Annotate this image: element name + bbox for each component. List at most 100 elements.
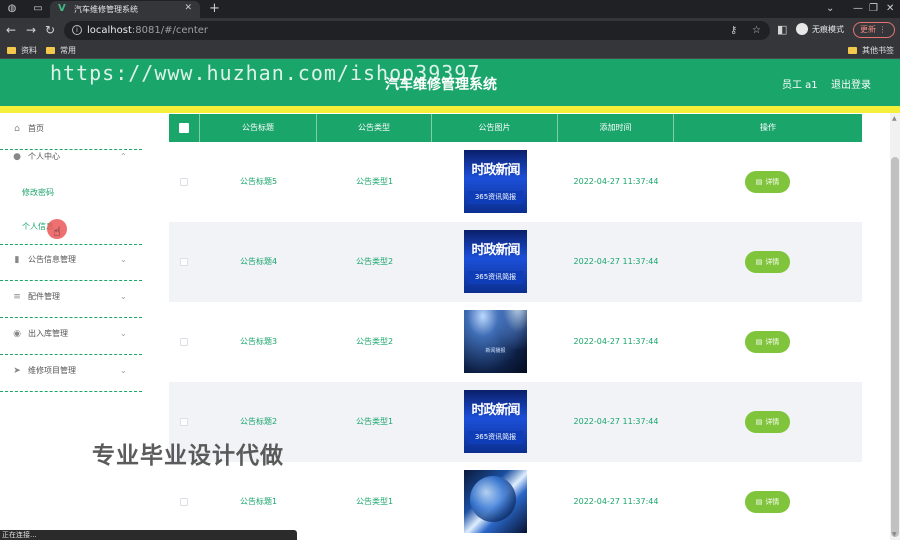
sidebar-item-label: 出入库管理 xyxy=(28,329,68,338)
row-checkbox[interactable] xyxy=(180,418,188,426)
forward-icon[interactable]: → xyxy=(26,23,36,37)
url-text: localhost:8081/#/center xyxy=(87,24,208,37)
back-icon[interactable]: ← xyxy=(6,23,16,37)
update-label: 更新 xyxy=(860,25,876,34)
sidebar-item-label: 首页 xyxy=(28,124,44,133)
main-content: 公告标题 公告类型 公告图片 添加时间 操作 公告标题5 公告类型1 时政新闻 … xyxy=(142,113,890,542)
column-header: 公告图片 xyxy=(432,114,558,142)
bookmark-label: 资料 xyxy=(21,46,37,55)
detail-button[interactable]: ▤ 详情 xyxy=(745,251,790,273)
info-icon[interactable]: i xyxy=(72,25,82,35)
detail-label: 详情 xyxy=(765,418,780,426)
close-window-icon[interactable]: ✕ xyxy=(886,2,894,15)
globe-icon[interactable]: ◍ xyxy=(6,3,18,15)
address-bar: ← → ↻ i localhost:8081/#/center ⚷ ☆ ◧ 无痕… xyxy=(0,18,900,43)
row-checkbox[interactable] xyxy=(180,258,188,266)
detail-button[interactable]: ▤ 详情 xyxy=(745,491,790,513)
tab-title: 汽车维修管理系统 xyxy=(74,5,138,14)
cell-time: 2022-04-27 11:37:44 xyxy=(573,417,659,426)
column-header: 公告类型 xyxy=(317,114,432,142)
profile-label: 无痕模式 xyxy=(812,25,844,34)
detail-label: 详情 xyxy=(765,258,780,266)
page-scrollbar[interactable]: ▲ ▼ xyxy=(890,113,900,540)
cell-title: 公告标题4 xyxy=(239,257,278,266)
detail-button[interactable]: ▤ 详情 xyxy=(745,171,790,193)
document-icon: ▤ xyxy=(755,258,763,266)
scroll-up-icon[interactable]: ▲ xyxy=(892,115,897,122)
star-icon[interactable]: ☆ xyxy=(752,24,761,37)
row-checkbox[interactable] xyxy=(180,178,188,186)
app-header: https://www.huzhan.com/ishop39397 汽车维修管理… xyxy=(0,59,900,106)
browser-tab-active[interactable]: V 汽车维修管理系统 ✕ xyxy=(50,1,200,18)
cell-title: 公告标题3 xyxy=(239,337,278,346)
chevron-down-icon[interactable]: ⌄ xyxy=(826,2,834,15)
column-header: 添加时间 xyxy=(558,114,674,142)
sidebar-item-repair-projects[interactable]: ➤ 维修项目管理 ⌄ xyxy=(0,355,142,392)
sidebar-item-label: 个人中心 xyxy=(28,152,60,161)
row-checkbox[interactable] xyxy=(180,498,188,506)
announcement-image: 时政新闻 365资讯简报 xyxy=(464,390,527,453)
url-path: :8081/#/center xyxy=(131,25,208,36)
app-title: 汽车维修管理系统 xyxy=(385,77,497,93)
thumb-main-text: 时政新闻 xyxy=(471,163,520,178)
key-icon[interactable]: ⚷ xyxy=(730,24,737,37)
tab-window-icon[interactable]: ▭ xyxy=(32,3,44,15)
other-bookmarks-label: 其他书签 xyxy=(862,46,894,55)
sidebar-item-parts[interactable]: ≡ 配件管理 ⌄ xyxy=(0,281,142,318)
minimize-icon[interactable]: — xyxy=(853,2,863,15)
sidebar-item-announcements[interactable]: ▮ 公告信息管理 ⌄ xyxy=(0,244,142,281)
bookmarks-bar: 资料 常用 其他书签 xyxy=(0,43,900,59)
table-row[interactable]: 公告标题4 公告类型2 时政新闻 365资讯简报 2022-04-27 11:3… xyxy=(169,222,862,302)
other-bookmarks[interactable]: 其他书签 xyxy=(848,45,894,57)
sidebar: ⌂ 首页 ● 个人中心 ⌃ 修改密码 个人信息 ▮ 公告信息管理 ⌄ ≡ 配件管… xyxy=(0,113,142,540)
document-icon: ▤ xyxy=(755,178,763,186)
chevron-down-icon: ⌄ xyxy=(120,366,127,375)
announcement-image: 时政新闻 365资讯简报 xyxy=(464,230,527,293)
abstract-disc xyxy=(470,476,516,522)
sidebar-item-inventory[interactable]: ◉ 出入库管理 ⌄ xyxy=(0,318,142,355)
table-header: 公告标题 公告类型 公告图片 添加时间 操作 xyxy=(169,114,862,142)
select-all-cell[interactable] xyxy=(169,114,200,142)
vue-icon: V xyxy=(58,3,66,14)
detail-button[interactable]: ▤ 详情 xyxy=(745,331,790,353)
cell-time: 2022-04-27 11:37:44 xyxy=(573,257,659,266)
spotlight xyxy=(494,310,527,349)
restore-icon[interactable]: ❐ xyxy=(869,2,878,15)
thumb-main-text: 时政新闻 xyxy=(471,403,520,418)
hand-cursor-icon: ☝ xyxy=(53,225,61,240)
table-row[interactable]: 公告标题3 公告类型2 新闻播报 2022-04-27 11:37:44 ▤ 详情 xyxy=(169,302,862,382)
detail-label: 详情 xyxy=(765,178,780,186)
reload-icon[interactable]: ↻ xyxy=(45,23,55,37)
cell-time: 2022-04-27 11:37:44 xyxy=(573,177,659,186)
close-tab-icon[interactable]: ✕ xyxy=(184,3,192,13)
cell-type: 公告类型1 xyxy=(355,497,394,506)
bookmark-folder-2[interactable]: 常用 xyxy=(46,45,76,57)
sidebar-subitem-change-password[interactable]: 修改密码 xyxy=(0,177,142,211)
table-row[interactable]: 公告标题5 公告类型1 时政新闻 365资讯简报 2022-04-27 11:3… xyxy=(169,142,862,222)
logout-link[interactable]: 退出登录 xyxy=(831,79,871,92)
folder-icon xyxy=(7,47,16,54)
column-header: 操作 xyxy=(760,123,776,132)
scroll-down-icon[interactable]: ▼ xyxy=(892,531,897,538)
sidebar-item-personal-center[interactable]: ● 个人中心 ⌃ xyxy=(0,141,142,178)
folder-icon xyxy=(46,47,55,54)
row-checkbox[interactable] xyxy=(180,338,188,346)
scroll-thumb[interactable] xyxy=(891,157,899,537)
detail-button[interactable]: ▤ 详情 xyxy=(745,411,790,433)
bookmark-folder-1[interactable]: 资料 xyxy=(7,45,37,57)
sliders-icon: ≡ xyxy=(13,292,21,302)
send-icon: ➤ xyxy=(13,366,21,376)
sidebar-subitem-personal-info[interactable]: 个人信息 xyxy=(0,211,142,245)
url-input[interactable]: i localhost:8081/#/center ⚷ ☆ xyxy=(64,21,770,40)
chevron-up-icon: ⌃ xyxy=(120,152,127,161)
thumb-sub-text: 365资讯简报 xyxy=(468,191,523,204)
cell-type: 公告类型1 xyxy=(355,177,394,186)
header-accent-strip xyxy=(0,106,900,113)
select-all-checkbox[interactable] xyxy=(179,123,189,133)
new-tab-icon[interactable]: + xyxy=(209,1,220,16)
update-button[interactable]: 更新 ⋮ xyxy=(853,22,895,38)
sidepanel-icon[interactable]: ◧ xyxy=(777,23,787,37)
incognito-icon xyxy=(796,23,808,35)
overlay-watermark: 专业毕业设计代做 xyxy=(92,443,284,469)
document-icon: ▤ xyxy=(755,498,763,506)
